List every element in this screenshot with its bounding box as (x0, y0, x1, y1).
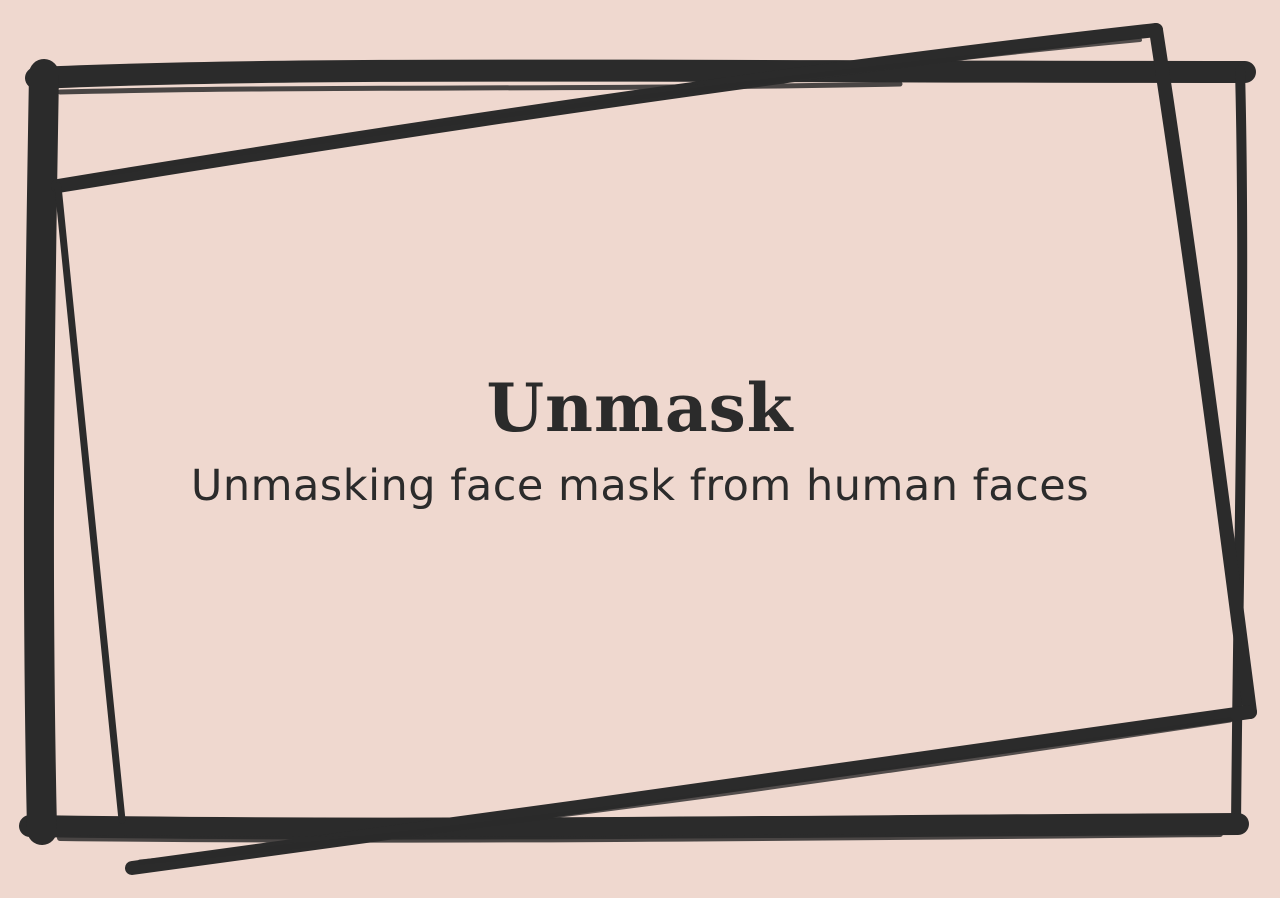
slide-title: Unmask (486, 369, 794, 447)
frame-upright-left (23, 59, 59, 845)
slide-subtitle: Unmasking face mask from human faces (190, 461, 1090, 511)
frame-upright-top (25, 59, 1256, 89)
hand-drawn-frame (19, 23, 1257, 875)
frame-upright-bottom (19, 813, 1249, 840)
frame-texture-top (57, 81, 903, 95)
